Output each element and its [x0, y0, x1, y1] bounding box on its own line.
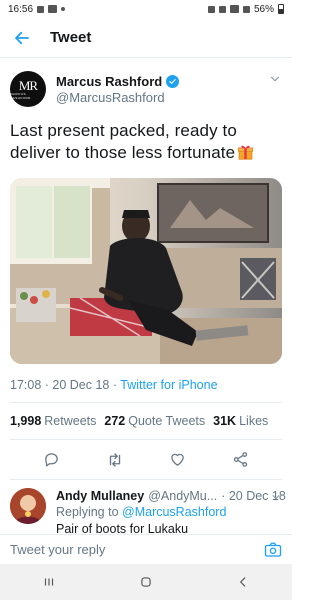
likes-stat[interactable]: 31K Likes	[213, 414, 268, 428]
status-time: 16:56	[8, 3, 34, 15]
like-button[interactable]	[166, 448, 190, 472]
more-options-caret[interactable]	[268, 72, 282, 86]
verified-badge-icon	[166, 74, 180, 88]
mute-icon	[218, 5, 226, 13]
tweet-photo[interactable]	[10, 178, 282, 364]
avatar-subtext: MARCUS RASHFORD	[10, 91, 31, 100]
reply-button[interactable]	[40, 448, 64, 472]
avatar[interactable]: MR MARCUS RASHFORD	[10, 71, 46, 107]
photo-image	[10, 178, 282, 364]
tweet-meta: 17:08 · 20 Dec 18 · Twitter for iPhone	[10, 378, 282, 403]
reply-composer	[0, 534, 292, 564]
back-button[interactable]	[10, 26, 34, 50]
dot-icon	[61, 7, 66, 11]
reply-avatar-image	[10, 488, 46, 524]
quotes-count: 272	[104, 414, 126, 428]
app-bar: Tweet	[0, 18, 292, 58]
tweet-text: Last present packed, ready to deliver to…	[10, 120, 282, 164]
reply-more-options[interactable]	[270, 490, 282, 502]
status-bar: 16:56 56%	[0, 0, 292, 18]
notification-icon	[37, 5, 45, 13]
recent-apps-icon	[44, 578, 53, 586]
retweet-icon	[109, 452, 120, 467]
camera-icon	[264, 542, 282, 557]
tweet-body: Last present packed, ready to deliver to…	[10, 121, 237, 162]
battery-icon	[278, 4, 284, 14]
page-title: Tweet	[50, 29, 92, 46]
home-icon	[141, 577, 151, 587]
likes-label: Likes	[239, 414, 269, 428]
wifi-icon	[229, 5, 239, 13]
reply-author-name[interactable]: Andy Mullaney	[56, 488, 144, 504]
quotes-stat[interactable]: 272 Quote Tweets	[104, 414, 205, 428]
signal-icon	[242, 5, 250, 13]
chevron-left-icon	[240, 577, 246, 587]
home-button[interactable]	[131, 567, 161, 597]
likes-count: 31K	[213, 414, 237, 428]
chevron-down-icon	[272, 495, 280, 500]
reply-icon	[45, 453, 58, 467]
tweet-detail: MR MARCUS RASHFORD Marcus Rashford @Marc…	[0, 58, 292, 480]
tweet-actions	[10, 440, 282, 480]
avatar-monogram: MR	[18, 77, 38, 93]
retweets-stat[interactable]: 1,998 Retweets	[10, 414, 96, 428]
camera-button[interactable]	[264, 541, 282, 559]
back-arrow-icon	[15, 31, 29, 44]
heart-icon	[171, 453, 184, 466]
image-icon	[48, 5, 58, 13]
reply-author-handle[interactable]: @AndyMu...	[148, 488, 217, 504]
reply-input[interactable]	[10, 542, 264, 557]
replying-prefix: Replying to	[56, 505, 123, 519]
system-back-button[interactable]	[228, 567, 258, 597]
author-name[interactable]: Marcus Rashford	[56, 74, 162, 89]
tweet-timestamp: 17:08 · 20 Dec 18 ·	[10, 378, 121, 392]
gift-emoji-icon	[238, 145, 254, 160]
nfc-icon	[207, 5, 215, 13]
tweet-author: MR MARCUS RASHFORD Marcus Rashford @Marc…	[10, 66, 282, 112]
tweet-stats: 1,998 Retweets 272 Quote Tweets 31K Likes	[10, 403, 282, 440]
replying-to: Replying to @MarcusRashford	[56, 504, 286, 520]
author-handle[interactable]: @MarcusRashford	[56, 90, 179, 105]
retweets-count: 1,998	[10, 414, 42, 428]
share-icon	[233, 452, 248, 467]
recent-apps-button[interactable]	[34, 567, 64, 597]
retweet-button[interactable]	[103, 448, 127, 472]
quotes-label: Quote Tweets	[128, 414, 206, 428]
retweets-label: Retweets	[44, 414, 97, 428]
tweet-source-link[interactable]: Twitter for iPhone	[120, 378, 217, 392]
share-button[interactable]	[229, 448, 253, 472]
replying-mention-link[interactable]: @MarcusRashford	[122, 505, 226, 519]
chevron-down-icon	[270, 76, 280, 82]
system-nav-bar	[0, 564, 292, 600]
reply-avatar[interactable]	[10, 488, 46, 524]
battery-percent: 56%	[253, 3, 274, 15]
